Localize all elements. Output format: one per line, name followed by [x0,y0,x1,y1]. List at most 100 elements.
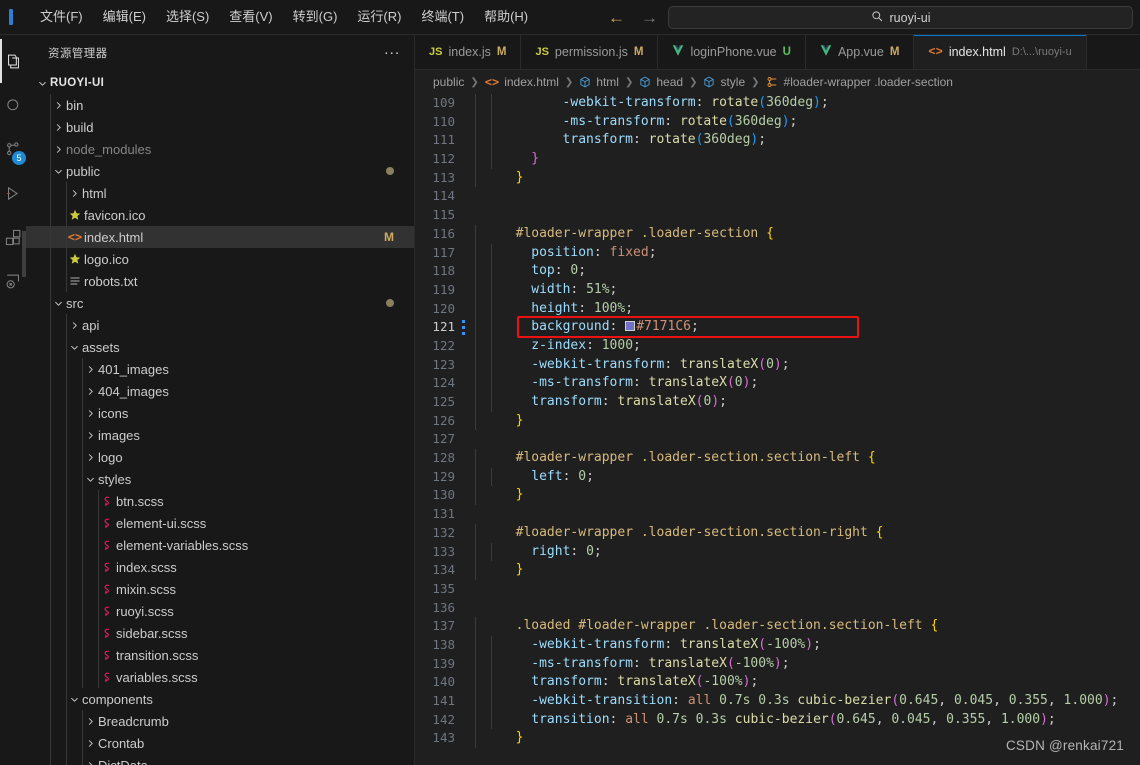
code-line[interactable]: 134} [415,561,1140,580]
tree-file-row[interactable]: robots.txt [26,270,414,292]
code-line[interactable]: 118 top: 0; [415,262,1140,281]
code-line[interactable]: 109 -webkit-transform: rotate(360deg); [415,94,1140,113]
back-arrow-icon[interactable]: ← [608,9,625,26]
explorer-more-actions-icon[interactable]: ··· [384,45,400,60]
editor-tab[interactable]: JS permission.js M [521,35,659,69]
tree-folder-row[interactable]: bin [26,94,414,116]
tree-folder-row[interactable]: assets [26,336,414,358]
tree-folder-row[interactable]: html [26,182,414,204]
editor-tab[interactable]: loginPhone.vue U [658,35,806,69]
chevron-right-icon[interactable] [82,408,98,419]
activity-explorer[interactable] [0,39,26,83]
code-line[interactable]: 124 -ms-transform: translateX(0); [415,374,1140,394]
code-line[interactable]: 135 [415,580,1140,599]
code-line[interactable]: 136 [415,599,1140,618]
menu-item[interactable]: 编辑(E) [93,4,156,30]
code-line[interactable]: 122 z-index: 1000; [415,336,1140,356]
code-line[interactable]: 121 background: #7171C6; [415,318,1140,337]
tree-folder-row[interactable]: public [26,160,414,182]
code-line[interactable]: 110 -ms-transform: rotate(360deg); [415,112,1140,132]
code-line[interactable]: 117 position: fixed; [415,243,1140,263]
forward-arrow-icon[interactable]: → [641,9,658,26]
tree-file-row[interactable]: transition.scss [26,644,414,666]
menu-item[interactable]: 转到(G) [283,4,348,30]
code-line[interactable]: 138 -webkit-transform: translateX(-100%); [415,635,1140,655]
chevron-right-icon[interactable] [50,144,66,155]
code-line[interactable]: 112} [415,150,1140,169]
tree-file-row[interactable]: favicon.ico [26,204,414,226]
menu-item[interactable]: 文件(F) [30,4,93,30]
breadcrumb-item[interactable]: public [433,75,464,89]
code-line[interactable]: 126} [415,411,1140,431]
code-line[interactable]: 132 #loader-wrapper .loader-section.secti… [415,523,1140,543]
code-line[interactable]: 130} [415,486,1140,506]
code-line[interactable]: 111 transform: rotate(360deg); [415,131,1140,151]
code-line[interactable]: 140 transform: translateX(-100%); [415,673,1140,693]
chevron-right-icon[interactable] [82,760,98,765]
tree-folder-row[interactable]: logo [26,446,414,468]
chevron-right-icon[interactable] [82,716,98,727]
code-line[interactable]: 128 #loader-wrapper .loader-section.secti… [415,449,1140,468]
code-line[interactable]: 129 left: 0; [415,467,1140,487]
chevron-right-icon[interactable] [50,100,66,111]
chevron-down-icon[interactable] [66,342,82,353]
command-center-search[interactable]: ruoyi-ui [668,6,1133,29]
menu-item[interactable]: 运行(R) [347,4,411,30]
tree-file-row[interactable]: logo.ico [26,248,414,270]
code-line[interactable]: 143} [415,729,1140,749]
chevron-down-icon[interactable] [66,694,82,705]
chevron-right-icon[interactable] [82,386,98,397]
menu-item[interactable]: 帮助(H) [474,4,538,30]
code-line[interactable]: 133 right: 0; [415,542,1140,562]
breadcrumb-item[interactable]: head [639,75,683,89]
tree-file-row[interactable]: variables.scss [26,666,414,688]
chevron-down-icon[interactable] [82,474,98,485]
tree-folder-row[interactable]: images [26,424,414,446]
tree-folder-row[interactable]: build [26,116,414,138]
tree-file-row[interactable]: <> index.html M [26,226,414,248]
breadcrumb-item[interactable]: #loader-wrapper .loader-section [766,75,953,89]
activity-run-debug[interactable] [0,171,26,215]
editor-tab[interactable]: App.vue M [805,35,915,69]
tree-folder-row[interactable]: src [26,292,414,314]
editor-tab[interactable]: JS index.js M [415,35,522,69]
code-line[interactable]: 131 [415,505,1140,524]
chevron-right-icon[interactable] [82,364,98,375]
breadcrumb-item[interactable]: html [579,75,619,89]
menu-item[interactable]: 选择(S) [156,4,219,30]
color-swatch[interactable] [625,321,636,332]
breadcrumb-item[interactable]: <> index.html [485,75,559,89]
tree-file-row[interactable]: index.scss [26,556,414,578]
editor-tab[interactable]: <> index.html D:\...\ruoyi-u [914,35,1087,69]
code-line[interactable]: 119 width: 51%; [415,280,1140,300]
chevron-right-icon[interactable] [82,452,98,463]
code-line[interactable]: 127 [415,430,1140,449]
code-line[interactable]: 116 #loader-wrapper .loader-section { [415,224,1140,244]
chevron-down-icon[interactable] [34,78,50,89]
tree-folder-row[interactable]: api [26,314,414,336]
activity-source-control[interactable]: 5 [0,127,26,171]
tree-folder-row[interactable]: Crontab [26,732,414,754]
chevron-down-icon[interactable] [50,298,66,309]
chevron-right-icon[interactable] [50,122,66,133]
tree-folder-row[interactable]: styles [26,468,414,490]
tree-folder-row[interactable]: components [26,688,414,710]
code-line[interactable]: 120 height: 100%; [415,299,1140,319]
chevron-right-icon[interactable] [66,188,82,199]
code-line[interactable]: 141 -webkit-transition: all 0.7s 0.3s cub… [415,692,1140,711]
code-line[interactable]: 125 transform: translateX(0); [415,393,1140,412]
code-line[interactable]: 123 -webkit-transform: translateX(0); [415,355,1140,375]
tree-folder-row[interactable]: DictData [26,754,414,765]
code-line[interactable]: 142 transition: all 0.7s 0.3s cubic-bezie… [415,710,1140,730]
chevron-right-icon[interactable] [82,430,98,441]
chevron-right-icon[interactable] [82,738,98,749]
breadcrumb-item[interactable]: style [703,75,745,89]
menu-item[interactable]: 终端(T) [411,4,474,30]
code-line[interactable]: 137 .loaded #loader-wrapper .loader-secti… [415,617,1140,636]
chevron-down-icon[interactable] [50,166,66,177]
tree-file-row[interactable]: mixin.scss [26,578,414,600]
tree-folder-row[interactable]: icons [26,402,414,424]
code-line[interactable]: 113} [415,168,1140,188]
tree-file-row[interactable]: btn.scss [26,490,414,512]
tree-folder-row[interactable]: RUOYI-UI [26,72,414,94]
